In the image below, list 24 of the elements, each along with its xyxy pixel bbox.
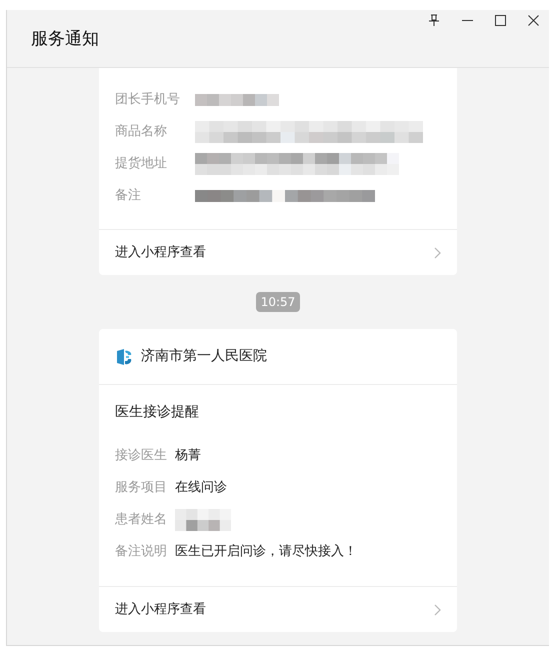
hospital-logo-icon [115, 348, 133, 366]
open-mini-program-link[interactable]: 进入小程序查看 [99, 229, 457, 275]
maximize-icon[interactable] [495, 15, 506, 26]
field-label: 备注 [115, 187, 142, 206]
field-label: 服务项目 [115, 479, 167, 498]
field-value: 在线问诊 [175, 479, 227, 498]
field-label: 备注说明 [115, 543, 167, 562]
sender-name: 济南市第一人民医院 [141, 347, 267, 366]
chevron-right-icon [434, 604, 441, 616]
field-label: 商品名称 [115, 123, 168, 142]
close-icon[interactable] [528, 15, 539, 26]
field-label: 团长手机号 [115, 91, 181, 110]
chevron-right-icon [434, 246, 441, 258]
field-label: 提货地址 [115, 155, 168, 174]
open-mini-program-link[interactable]: 进入小程序查看 [99, 586, 457, 632]
field-label: 接诊医生 [115, 447, 167, 466]
field-label: 患者姓名 [115, 511, 167, 530]
pin-icon[interactable] [428, 14, 440, 27]
redacted-value [175, 509, 231, 531]
field-value: 杨菁 [175, 447, 201, 466]
timestamp: 10:57 [256, 292, 300, 312]
field-value: 医生已开启问诊，请尽快接入！ [175, 543, 357, 562]
window-title: 服务通知 [31, 28, 99, 51]
message-heading: 医生接诊提醒 [114, 403, 200, 422]
